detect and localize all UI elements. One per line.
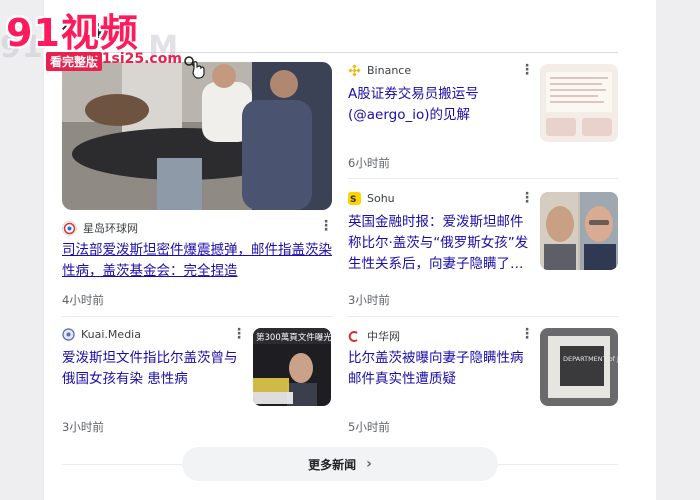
article-5-time: 5小时前	[348, 420, 390, 434]
china-com-logo-icon	[348, 330, 361, 343]
article-5-source[interactable]: 中华网	[348, 328, 400, 344]
article-2-headline[interactable]: A股证券交易员搬运号(@aergo_io)的见解	[348, 84, 526, 126]
article-divider	[348, 316, 618, 317]
article-3-more-icon[interactable]: ⋮	[520, 191, 534, 205]
article-5-source-name: 中华网	[367, 330, 400, 343]
article-2-thumbnail[interactable]	[540, 64, 618, 142]
article-4-source[interactable]: Kuai.Media	[62, 328, 141, 341]
binance-logo-icon	[348, 64, 361, 77]
article-3-source[interactable]: S Sohu	[348, 192, 395, 205]
article-3-headline[interactable]: 英国金融时报：爱泼斯坦邮件称比尔·盖茨与“俄罗斯女孩”发生性关系后，向妻子隐瞒了…	[348, 212, 530, 275]
article-1-headline[interactable]: 司法部爱泼斯坦密件爆震撼弹，邮件指盖茨染性病，盖茨基金会：完全捏造	[62, 240, 332, 282]
article-2-source[interactable]: Binance	[348, 64, 411, 77]
article-3-thumbnail[interactable]	[540, 192, 618, 270]
article-2-source-name: Binance	[367, 64, 412, 77]
article-5-thumb-text: DEPARTMENT of JUSTICE	[563, 355, 618, 363]
hand-cursor-icon	[184, 56, 205, 79]
article-1-source-name: 星岛环球网	[83, 222, 138, 235]
article-1-image[interactable]	[62, 62, 332, 210]
watermark-url: 91si25.com	[92, 51, 182, 67]
article-5-thumbnail[interactable]: DEPARTMENT of JUSTICE	[540, 328, 618, 406]
article-3-time: 3小时前	[348, 293, 390, 307]
sohu-logo-icon: S	[348, 192, 361, 205]
article-5-headline[interactable]: 比尔盖茨被曝向妻子隐瞒性病邮件真实性遭质疑	[348, 348, 530, 390]
article-5-more-icon[interactable]: ⋮	[520, 327, 534, 341]
article-4-headline[interactable]: 爱泼斯坦文件指比尔盖茨曾与俄国女孩有染 患性病	[62, 348, 244, 390]
watermark: 91 M 91视频 看完整版 91si25.com	[0, 0, 220, 80]
article-divider	[348, 178, 618, 179]
article-4-more-icon[interactable]: ⋮	[232, 327, 246, 341]
watermark-brand: 91视频	[6, 11, 139, 55]
article-1-time: 4小时前	[62, 293, 104, 307]
article-1-more-icon[interactable]: ⋮	[319, 219, 333, 233]
article-4-thumbnail[interactable]: 第300萬頁文件曝光	[253, 328, 331, 406]
article-4-thumb-text: 第300萬頁文件曝光	[256, 332, 331, 343]
svg-text:S: S	[350, 195, 356, 205]
more-news-button[interactable]: 更多新闻 ›	[182, 447, 498, 481]
article-2-time: 6小时前	[348, 156, 390, 170]
more-news-label: 更多新闻	[308, 457, 357, 472]
kuai-media-logo-icon	[62, 328, 75, 341]
article-3-source-name: Sohu	[367, 192, 395, 205]
chevron-right-icon: ›	[366, 456, 372, 472]
article-1-source[interactable]: 星岛环球网	[62, 220, 138, 236]
article-4-source-name: Kuai.Media	[81, 328, 141, 341]
article-divider	[62, 316, 332, 317]
article-4-time: 3小时前	[62, 420, 104, 434]
sing-tao-logo-icon	[62, 220, 77, 236]
article-2-more-icon[interactable]: ⋮	[520, 63, 534, 77]
